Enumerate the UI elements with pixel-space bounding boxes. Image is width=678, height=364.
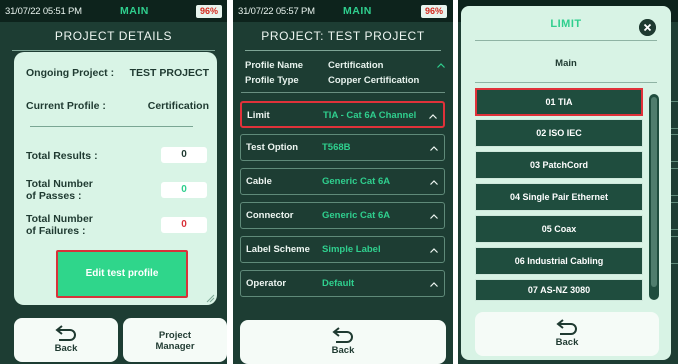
ongoing-project-label: Ongoing Project : (26, 67, 115, 79)
back-button-label: Back (54, 343, 78, 354)
limit-option[interactable]: 07 AS-NZ 3080 (475, 279, 643, 301)
setting-row-operator[interactable]: Operator Default (240, 270, 445, 297)
profile-type-label: Profile Type (245, 75, 299, 86)
setting-label: Test Option (246, 142, 299, 153)
setting-value: T568B (322, 142, 351, 153)
back-button-label: Back (555, 337, 579, 348)
limit-modal: LIMIT Main 01 TIA 02 ISO IEC 03 PatchCor… (461, 6, 671, 360)
status-mode: MAIN (120, 5, 149, 17)
back-button[interactable]: Back (14, 318, 118, 362)
back-button-label: Back (331, 345, 355, 356)
status-bar: 31/07/22 05:57 PM MAIN 96% (233, 0, 453, 22)
list-scrollbar[interactable] (649, 94, 659, 300)
setting-value: Generic Cat 6A (322, 210, 391, 221)
background-row-edge (670, 168, 678, 196)
background-row-edge (670, 134, 678, 162)
total-passes-label-line2: of Passes : (26, 190, 82, 202)
project-details-screen: 31/07/22 05:51 PM MAIN 96% PROJECT DETAI… (0, 0, 227, 364)
chevron-up-icon (430, 282, 438, 287)
limit-option[interactable]: 06 Industrial Cabling (475, 247, 643, 275)
page-title: PROJECT DETAILS (54, 29, 173, 43)
chevron-up-icon[interactable] (437, 63, 445, 68)
setting-row-test-option[interactable]: Test Option T568B (240, 134, 445, 161)
limit-option[interactable]: 03 PatchCord (475, 151, 643, 179)
page-title: PROJECT: TEST PROJECT (261, 29, 425, 43)
scrollbar-thumb[interactable] (651, 97, 657, 287)
current-profile-value: Certification (147, 100, 209, 112)
project-manager-button[interactable]: Project Manager (123, 318, 227, 362)
battery-indicator: 96% (196, 5, 223, 18)
header-divider (245, 50, 441, 51)
limit-option[interactable]: 01 TIA (475, 88, 643, 116)
battery-indicator: 96% (421, 5, 448, 18)
setting-row-label-scheme[interactable]: Label Scheme Simple Label (240, 236, 445, 263)
back-arrow-icon (332, 327, 353, 343)
setting-label: Connector (246, 210, 294, 221)
total-results-value: 0 (161, 147, 207, 163)
total-passes-label: Total Number of Passes : (26, 178, 93, 202)
header-divider (12, 50, 215, 51)
profile-name-label: Profile Name (245, 60, 304, 71)
section-divider (241, 92, 445, 93)
chevron-up-icon (430, 214, 438, 219)
back-arrow-icon (556, 319, 577, 335)
setting-row-cable[interactable]: Cable Generic Cat 6A (240, 168, 445, 195)
status-bar: 31/07/22 05:51 PM MAIN 96% (0, 0, 227, 22)
profile-type-value: Copper Certification (328, 75, 420, 86)
total-passes-label-line1: Total Number (26, 178, 93, 190)
back-button[interactable]: Back (475, 312, 659, 356)
chevron-up-icon (430, 180, 438, 185)
resize-grip-icon (206, 294, 215, 303)
profile-name-value: Certification (328, 60, 384, 71)
background-row-edge (670, 202, 678, 230)
current-profile-label: Current Profile : (26, 100, 106, 112)
status-mode: MAIN (343, 5, 372, 17)
total-passes-value: 0 (161, 182, 207, 198)
setting-row-limit[interactable]: Limit TIA - Cat 6A Channel (240, 101, 445, 128)
chevron-up-icon (430, 146, 438, 151)
setting-value: Generic Cat 6A (322, 176, 391, 187)
setting-label: Limit (247, 110, 270, 121)
total-results-label: Total Results : (26, 150, 98, 162)
background-row-edge (670, 101, 678, 129)
modal-divider (475, 40, 657, 41)
project-settings-screen: 31/07/22 05:57 PM MAIN 96% PROJECT: TEST… (233, 0, 453, 364)
chevron-up-icon (429, 114, 437, 119)
total-failures-label: Total Number of Failures : (26, 213, 93, 237)
setting-row-connector[interactable]: Connector Generic Cat 6A (240, 202, 445, 229)
back-arrow-icon (55, 325, 76, 341)
setting-value: Simple Label (322, 244, 381, 255)
project-manager-label-line2: Manager (155, 341, 195, 352)
modal-subtitle: Main (555, 58, 577, 69)
setting-value: Default (322, 278, 355, 289)
ongoing-project-value: TEST PROJECT (129, 67, 209, 79)
limit-selection-screen: LIMIT Main 01 TIA 02 ISO IEC 03 PatchCor… (458, 0, 678, 364)
total-failures-value: 0 (161, 217, 207, 233)
total-failures-label-line2: of Failures : (26, 225, 86, 237)
setting-label: Label Scheme (246, 244, 310, 255)
edit-test-profile-button[interactable]: Edit test profile (56, 250, 188, 298)
project-manager-label-line1: Project (158, 330, 192, 341)
project-info-card: Ongoing Project : TEST PROJECT Current P… (14, 52, 217, 305)
setting-value: TIA - Cat 6A Channel (323, 110, 417, 121)
total-failures-label-line1: Total Number (26, 213, 93, 225)
background-row-edge (670, 236, 678, 264)
back-button[interactable]: Back (240, 320, 446, 364)
limit-option[interactable]: 05 Coax (475, 215, 643, 243)
close-icon[interactable] (639, 19, 656, 36)
status-time: 31/07/22 05:51 PM (5, 5, 82, 17)
card-divider (30, 126, 193, 127)
limit-option[interactable]: 02 ISO IEC (475, 119, 643, 147)
chevron-up-icon (430, 248, 438, 253)
setting-label: Operator (246, 278, 287, 289)
modal-divider (475, 82, 657, 83)
limit-option[interactable]: 04 Single Pair Ethernet (475, 183, 643, 211)
setting-label: Cable (246, 176, 272, 187)
status-time: 31/07/22 05:57 PM (238, 5, 315, 17)
